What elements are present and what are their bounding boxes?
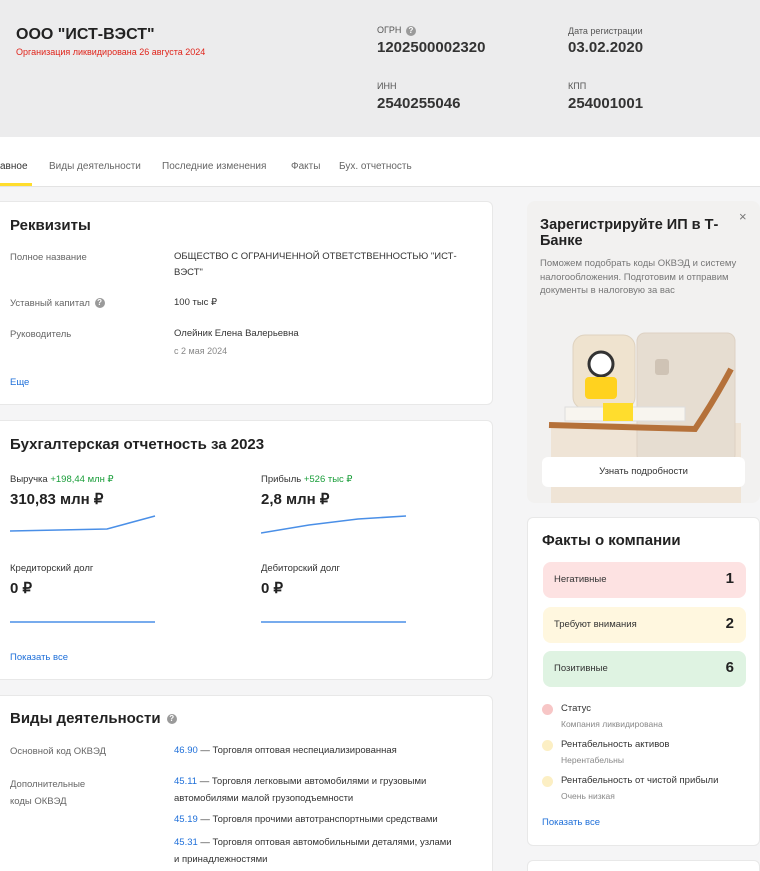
reg-date-label: Дата регистрации	[568, 26, 643, 36]
tab-recent-changes[interactable]: Последние изменения	[162, 161, 266, 172]
fact-item-title: Статус	[561, 703, 592, 714]
facts-show-all[interactable]: Показать все	[542, 817, 600, 828]
fact-item-sub: Очень низкая	[561, 791, 615, 801]
kpp-value: 254001001	[568, 95, 644, 112]
ogrn-value: 1202500002320	[377, 39, 486, 56]
okved-item: 45.19 — Торговля прочими автотранспортны…	[174, 814, 438, 825]
revenue-sparkline	[10, 515, 156, 532]
capital-value: 100 тыс ₽	[174, 297, 218, 308]
active-tab-indicator	[0, 183, 32, 186]
tab-main[interactable]: авное	[0, 161, 28, 172]
more-link[interactable]: Еще	[10, 377, 29, 388]
profit-label: Прибыль +526 тыс ₽	[261, 474, 353, 485]
tab-facts[interactable]: Факты	[291, 161, 320, 172]
liquidation-status: Организация ликвидирована 26 августа 202…	[16, 47, 206, 57]
tab-activities[interactable]: Виды деятельности	[49, 161, 141, 172]
requisites-title: Реквизиты	[10, 217, 91, 234]
full-name-label: Полное название	[10, 252, 87, 263]
kpp-label: КПП	[568, 81, 587, 91]
full-name-value: ОБЩЕСТВО С ОГРАНИЧЕННОЙ ОТВЕТСТВЕННОСТЬЮ…	[174, 251, 457, 278]
head-value[interactable]: Олейник Елена Валерьевна	[174, 326, 299, 342]
okved-item: 45.11 — Торговля легковыми автомобилями …	[174, 776, 427, 804]
fact-item-sub: Компания ликвидирована	[561, 719, 663, 729]
fact-positive[interactable]: Позитивные 6	[543, 651, 746, 687]
revenue-delta: +198,44 млн ₽	[50, 474, 114, 485]
promo-title: Зарегистрируйте ИП в Т-Банке	[540, 217, 719, 249]
illustration-yellow-plate	[603, 403, 633, 421]
fact-item-title: Рентабельность активов	[561, 739, 670, 750]
fact-negative[interactable]: Негативные 1	[543, 562, 746, 598]
inn-value: 2540255046	[377, 95, 461, 112]
fact-item-title: Рентабельность от чистой прибыли	[561, 775, 719, 786]
status-dot	[542, 740, 553, 751]
profit-delta: +526 тыс ₽	[303, 474, 353, 485]
head-since: с 2 мая 2024	[174, 346, 228, 356]
fact-attention[interactable]: Требуют внимания 2	[543, 607, 746, 643]
promo-card: Зарегистрируйте ИП в Т-Банке × Поможем п…	[527, 201, 760, 503]
requisites-card: Реквизиты Полное название ОБЩЕСТВО С ОГР…	[0, 201, 493, 405]
illustration-yellow-block	[585, 377, 617, 399]
capital-label: Уставный капитал ?	[10, 298, 105, 309]
debtor-sparkline	[261, 621, 406, 623]
close-icon[interactable]: ×	[739, 209, 747, 224]
status-dot	[542, 704, 553, 715]
okved-code[interactable]: 45.11	[174, 776, 197, 787]
profit-sparkline	[261, 515, 407, 534]
tab-accounting[interactable]: Бух. отчетность	[339, 161, 412, 172]
activities-card: Виды деятельности ? Основной код ОКВЭД 4…	[0, 695, 493, 871]
facts-card: Факты о компании Негативные 1 Требуют вн…	[527, 517, 760, 846]
creditor-sparkline	[10, 621, 155, 623]
ogrn-label: ОГРН ?	[377, 25, 416, 36]
fact-item-sub: Нерентабельны	[561, 755, 624, 765]
revenue-label: Выручка +198,44 млн ₽	[10, 474, 114, 485]
creditor-value: 0 ₽	[10, 580, 33, 597]
facts-title: Факты о компании	[542, 532, 681, 549]
debtor-label: Дебиторский долг	[261, 563, 340, 574]
revenue-trend-line	[10, 515, 156, 532]
promo-text: Поможем подобрать коды ОКВЭД и систему н…	[540, 258, 737, 296]
company-header: ООО "ИСТ-ВЭСТ" Организация ликвидирована…	[0, 0, 760, 137]
okved-code[interactable]: 45.31	[174, 837, 198, 848]
illustration-chip	[655, 359, 669, 375]
main-okved-label: Основной код ОКВЭД	[10, 746, 106, 757]
activities-title: Виды деятельности ?	[10, 710, 177, 727]
company-name: ООО "ИСТ-ВЭСТ"	[16, 26, 155, 43]
debtor-value: 0 ₽	[261, 580, 284, 597]
illustration-avatar	[587, 350, 615, 378]
creditor-label: Кредиторский долг	[10, 563, 94, 574]
tab-bar: авное Виды деятельности Последние измене…	[0, 137, 760, 187]
reg-date-value: 03.02.2020	[568, 39, 644, 56]
question-icon[interactable]: ?	[405, 25, 416, 36]
okved-code[interactable]: 45.19	[174, 814, 198, 825]
status-dot	[542, 776, 553, 787]
profit-trend-line	[261, 515, 407, 534]
question-icon[interactable]: ?	[166, 714, 177, 725]
extra-okved-label: Дополнительные коды ОКВЭД	[10, 779, 86, 807]
learn-more-button[interactable]: Узнать подробности	[542, 457, 745, 487]
main-okved: 46.90 — Торговля оптовая неспециализиров…	[174, 745, 397, 756]
profit-value: 2,8 млн ₽	[261, 491, 330, 508]
okved-item: 45.31 — Торговля оптовая автомобильными …	[174, 837, 452, 865]
head-label: Руководитель	[10, 329, 72, 340]
illustration-card	[636, 332, 736, 464]
main-okved-code[interactable]: 46.90	[174, 745, 198, 756]
accounting-title: Бухгалтерская отчетность за 2023	[10, 436, 265, 453]
question-icon[interactable]: ?	[94, 298, 105, 309]
accounting-show-all[interactable]: Показать все	[10, 652, 68, 663]
inn-label: ИНН	[377, 81, 397, 91]
accounting-card: Бухгалтерская отчетность за 2023 Выручка…	[0, 420, 493, 680]
next-card	[527, 860, 760, 871]
revenue-value: 310,83 млн ₽	[10, 491, 104, 508]
